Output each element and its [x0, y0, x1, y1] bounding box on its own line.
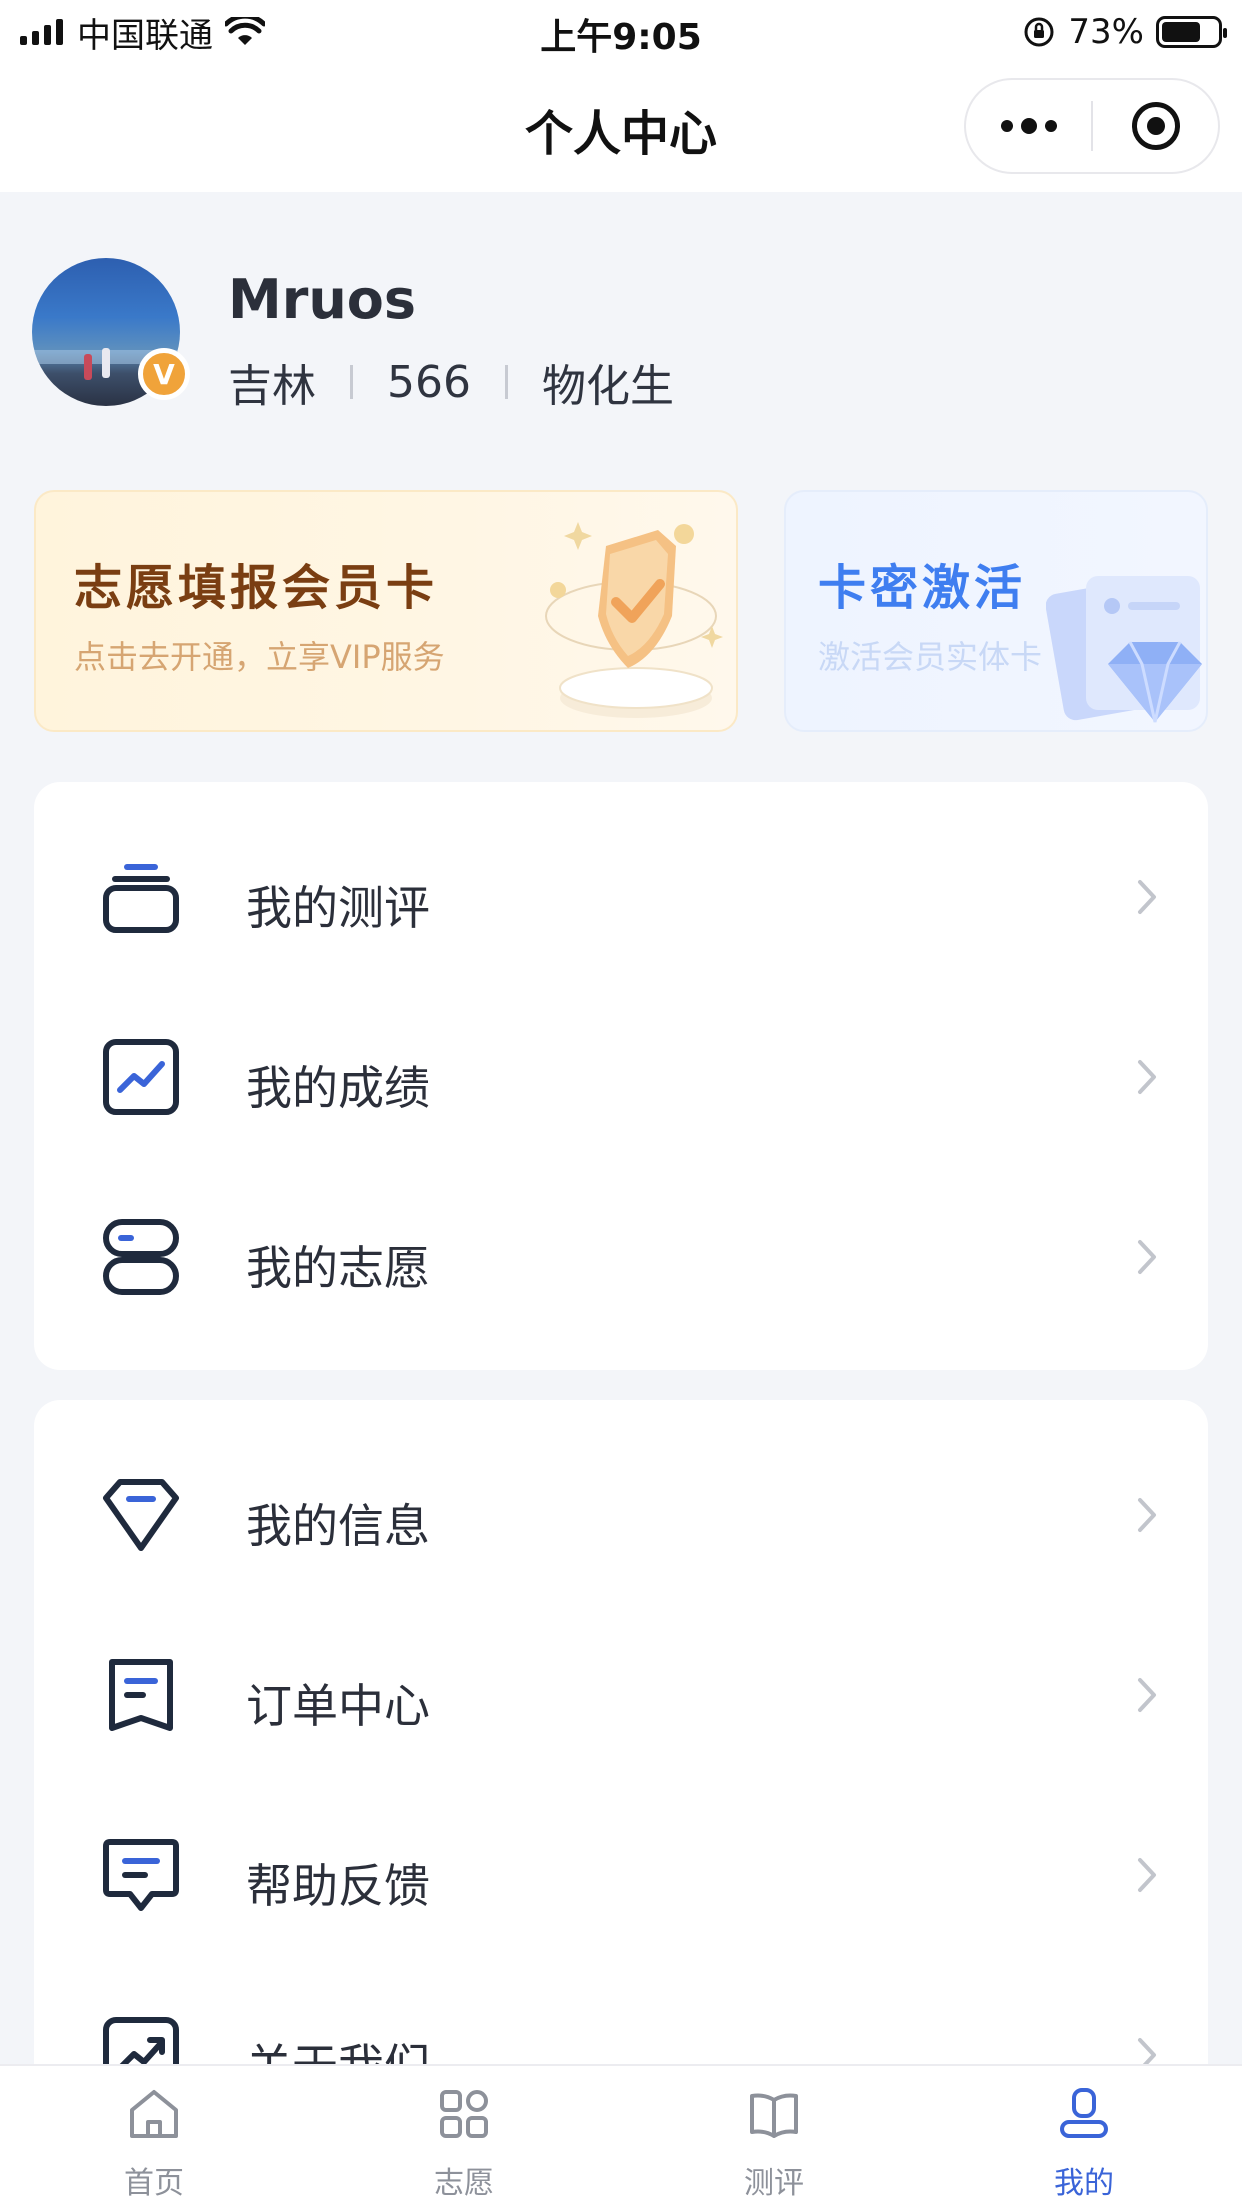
menu-item-label: 我的成绩 — [246, 1061, 430, 1115]
user-score: 566 — [387, 356, 471, 408]
chevron-right-icon — [1138, 1498, 1156, 1532]
chevron-right-icon — [1138, 1240, 1156, 1274]
menu-item-label: 我的测评 — [246, 881, 430, 935]
tab-label: 志愿 — [434, 2166, 494, 2201]
menu-item-my-assessment[interactable]: 我的测评 — [34, 826, 1208, 966]
vip-card-title: 志愿填报会员卡 — [74, 560, 439, 616]
close-miniprogram-button[interactable] — [1093, 80, 1218, 172]
target-icon — [1131, 102, 1180, 150]
status-right: 73% — [1022, 12, 1227, 52]
feedback-icon — [103, 1839, 179, 1911]
book-icon — [750, 2093, 798, 2138]
menu-item-my-volunteer[interactable]: 我的志愿 — [34, 1186, 1208, 1326]
order-icon — [109, 1659, 173, 1731]
menu-item-label: 我的信息 — [246, 1499, 430, 1553]
rotation-lock-icon — [1024, 17, 1054, 47]
tab-home[interactable]: 首页 — [54, 2066, 254, 2208]
tab-label: 我的 — [1054, 2166, 1114, 2201]
card-activation-card[interactable]: 卡密激活 激活会员实体卡 — [784, 490, 1208, 732]
user-icon — [1060, 2088, 1108, 2138]
menu-item-my-info[interactable]: 我的信息 — [34, 1444, 1208, 1584]
tab-assessment[interactable]: 测评 — [674, 2066, 874, 2208]
status-bar: 中国联通 上午9:05 73% — [0, 0, 1242, 62]
shield-check-icon — [545, 522, 723, 718]
chevron-right-icon — [1138, 880, 1156, 914]
diamond-icon — [103, 1479, 179, 1551]
menu-group-secondary: 我的信息 订单中心 帮助反馈 关于我们 — [34, 1400, 1208, 2100]
vip-membership-card[interactable]: 志愿填报会员卡 点击去开通，立享VIP服务 — [34, 490, 738, 732]
assessment-icon — [103, 864, 179, 933]
activation-card-title: 卡密激活 — [818, 560, 1027, 616]
battery-icon — [1156, 16, 1227, 48]
more-dots-icon — [1000, 118, 1057, 134]
tab-bar: 首页 志愿 测评 我的 — [0, 2064, 1242, 2208]
tab-mine[interactable]: 我的 — [984, 2066, 1184, 2208]
info-divider — [504, 365, 508, 399]
menu-group-primary: 我的测评 我的成绩 我的志愿 — [34, 782, 1208, 1370]
menu-item-help-feedback[interactable]: 帮助反馈 — [34, 1804, 1208, 1944]
user-name: Mruos — [228, 268, 417, 331]
tab-label: 测评 — [744, 2166, 804, 2201]
tab-label: 首页 — [124, 2166, 184, 2201]
diamond-card-icon — [1046, 576, 1202, 723]
miniprogram-capsule — [964, 78, 1220, 174]
chevron-right-icon — [1138, 1678, 1156, 1712]
grid-icon — [440, 2090, 488, 2138]
menu-item-order-center[interactable]: 订单中心 — [34, 1624, 1208, 1764]
profile-header[interactable]: V Mruos 吉林 566 物化生 — [32, 256, 1212, 416]
user-info: 吉林 566 物化生 — [228, 350, 674, 414]
menu-item-my-scores[interactable]: 我的成绩 — [34, 1006, 1208, 1146]
home-icon — [130, 2090, 178, 2138]
chevron-right-icon — [1138, 1858, 1156, 1892]
volunteer-list-icon — [103, 1219, 179, 1295]
battery-percent: 73% — [1068, 12, 1144, 52]
vip-badge: V — [138, 348, 190, 400]
nav-bar: 个人中心 — [0, 62, 1242, 192]
score-chart-icon — [103, 1039, 179, 1115]
tab-volunteer[interactable]: 志愿 — [364, 2066, 564, 2208]
activation-card-subtitle: 激活会员实体卡 — [818, 638, 1043, 676]
vip-card-subtitle: 点击去开通，立享VIP服务 — [74, 638, 445, 676]
user-province: 吉林 — [228, 361, 316, 412]
menu-item-label: 我的志愿 — [246, 1241, 430, 1295]
chevron-right-icon — [1138, 1060, 1156, 1094]
info-divider — [350, 365, 353, 399]
menu-item-label: 订单中心 — [246, 1679, 430, 1733]
menu-item-label: 帮助反馈 — [246, 1859, 430, 1913]
user-subjects: 物化生 — [541, 361, 674, 412]
more-button[interactable] — [966, 80, 1091, 172]
